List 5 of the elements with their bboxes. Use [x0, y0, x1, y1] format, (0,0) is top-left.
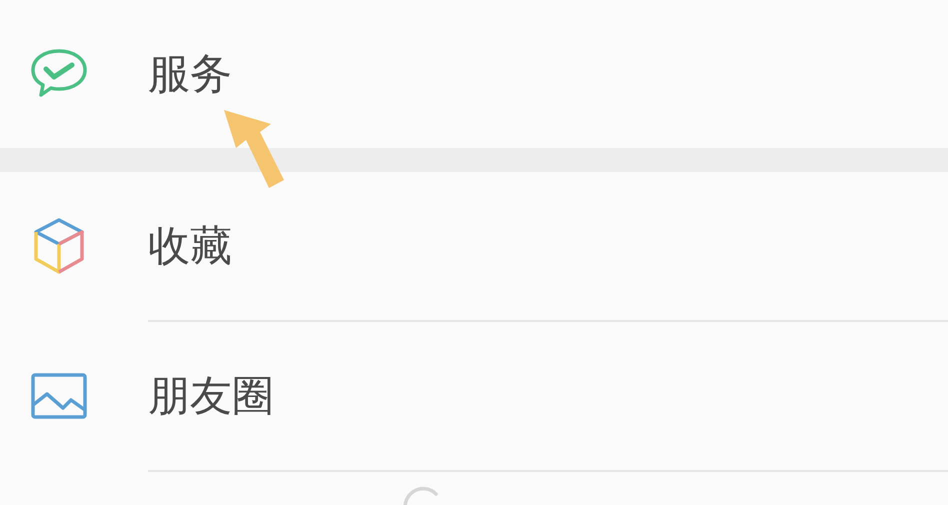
- cube-icon: [32, 217, 86, 275]
- landscape-image-icon: [31, 373, 87, 419]
- menu-item-label: 收藏: [148, 225, 232, 267]
- menu-item-label: 朋友圈: [148, 375, 274, 417]
- menu-item-label: 服务: [148, 53, 232, 95]
